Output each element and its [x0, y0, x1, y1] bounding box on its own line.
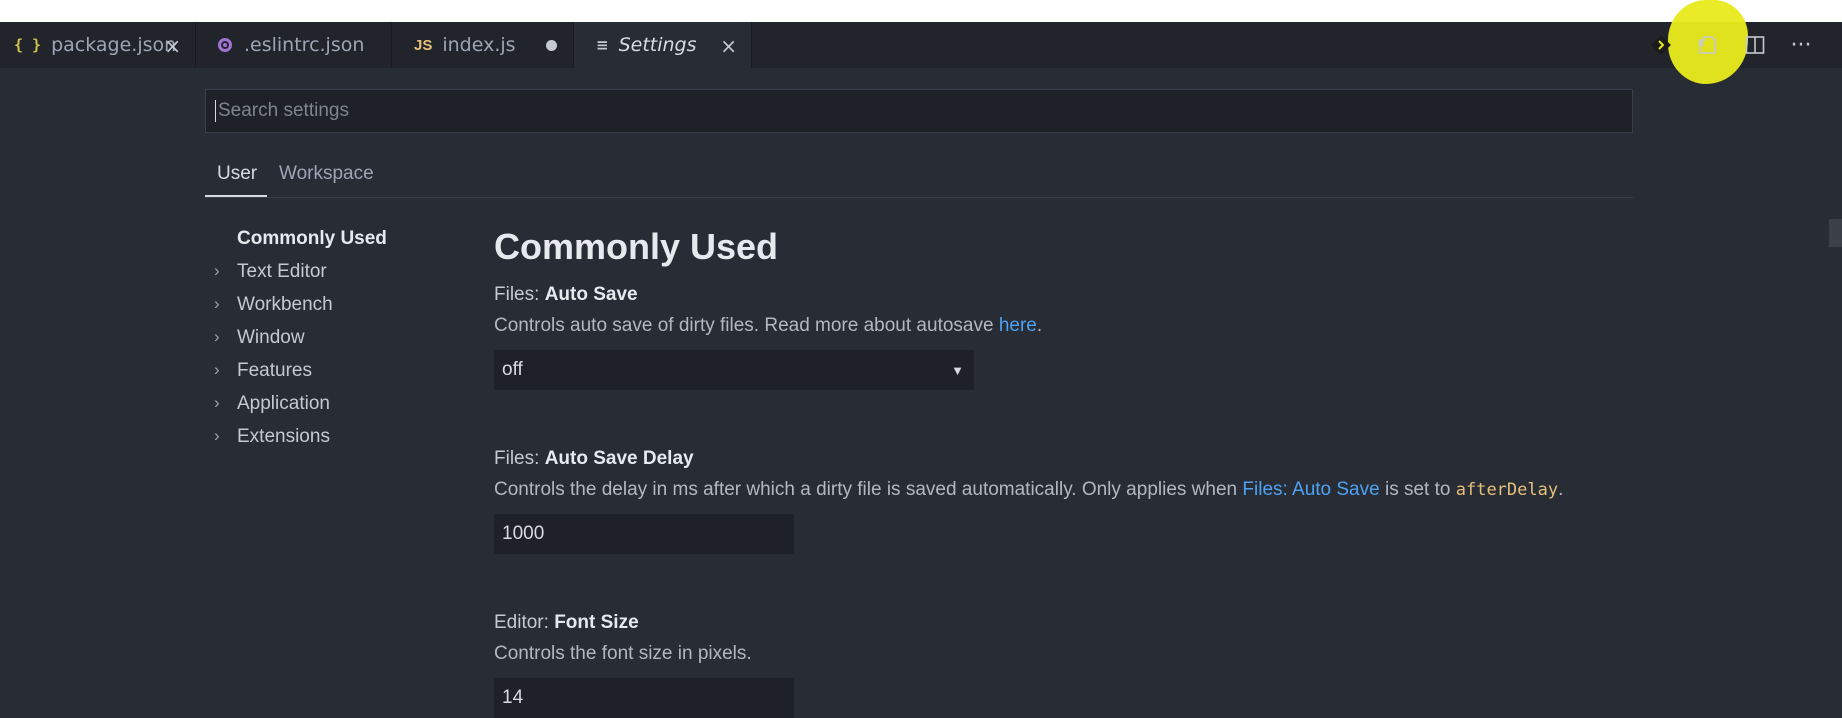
section-title: Commonly Used: [494, 226, 779, 267]
open-file-icon[interactable]: [1694, 32, 1720, 58]
toc-label: Commonly Used: [237, 227, 387, 249]
git-compare-icon[interactable]: [1648, 32, 1674, 58]
setting-title-auto-save-delay: Files: Auto Save Delay: [494, 448, 1644, 472]
tab-label: .eslintrc.json: [244, 34, 365, 56]
setting-name: Font Size: [554, 612, 639, 633]
toc-label: Application: [237, 392, 330, 414]
setting-category: Files:: [494, 448, 540, 469]
search-settings-input[interactable]: Search settings: [205, 89, 1633, 133]
editor-actions: ···: [1612, 22, 1842, 68]
setting-title-auto-save: Files: Auto Save: [494, 284, 1644, 308]
chevron-right-icon: ›: [214, 393, 220, 412]
select-value: off: [502, 359, 523, 380]
toc-label: Window: [237, 326, 305, 348]
input-value: 1000: [502, 523, 545, 544]
tab-workspace[interactable]: Workspace: [279, 163, 374, 185]
chevron-right-icon: ›: [214, 294, 220, 313]
input-value: 14: [502, 687, 524, 708]
auto-save-delay-input[interactable]: 1000: [494, 514, 794, 554]
chevron-right-icon: ›: [214, 360, 220, 379]
chevron-right-icon: ›: [214, 261, 220, 280]
unsaved-dot-icon[interactable]: [546, 40, 557, 51]
tab-label: package.json: [51, 34, 177, 56]
close-icon[interactable]: ×: [720, 34, 737, 58]
text-caret: [215, 100, 216, 122]
toc-label: Extensions: [237, 425, 330, 447]
editor-tab-bar: { } package.json × .eslintrc.json JS ind…: [0, 22, 1842, 68]
tab-index-js[interactable]: JS index.js: [392, 22, 574, 68]
description-suffix: .: [1558, 479, 1564, 500]
search-placeholder: Search settings: [218, 100, 349, 121]
tab-package-json[interactable]: { } package.json ×: [0, 22, 196, 68]
toc-item-text-editor[interactable]: › Text Editor: [205, 255, 465, 288]
tab-settings[interactable]: ≡ Settings ×: [574, 22, 752, 68]
tab-user[interactable]: User: [217, 163, 257, 185]
active-tab-underline: [205, 195, 267, 197]
setting-name: Auto Save: [544, 284, 638, 305]
setting-description: Controls auto save of dirty files. Read …: [494, 315, 1644, 339]
setting-name: Auto Save Delay: [544, 448, 694, 469]
files-auto-save-link[interactable]: Files: Auto Save: [1242, 479, 1379, 500]
top-strip: [0, 0, 1842, 22]
description-text: Controls the font size in pixels.: [494, 643, 752, 664]
dropdown-arrow-icon: ▼: [951, 362, 964, 378]
code-value: afterDelay: [1455, 480, 1559, 500]
font-size-input[interactable]: 14: [494, 678, 794, 718]
chevron-right-icon: ›: [214, 426, 220, 445]
json-icon: { }: [14, 36, 42, 54]
toc-item-features[interactable]: › Features: [205, 354, 465, 387]
setting-category: Editor:: [494, 612, 549, 633]
setting-category: Files:: [494, 284, 540, 305]
description-middle: is set to: [1384, 479, 1451, 500]
tab-eslintrc-json[interactable]: .eslintrc.json: [196, 22, 392, 68]
settings-toc: Commonly Used › Text Editor › Workbench …: [205, 222, 465, 453]
split-editor-icon[interactable]: [1742, 32, 1768, 58]
settings-content: Commonly Used Files: Auto Save Controls …: [494, 222, 1644, 718]
more-icon[interactable]: ···: [1788, 32, 1814, 58]
settings-list-icon: ≡: [596, 36, 609, 54]
tab-label: index.js: [442, 34, 516, 56]
setting-title-font-size: Editor: Font Size: [494, 612, 1644, 636]
toc-label: Features: [237, 359, 312, 381]
setting-description: Controls the delay in ms after which a d…: [494, 479, 1644, 503]
toc-item-application[interactable]: › Application: [205, 387, 465, 420]
toc-item-extensions[interactable]: › Extensions: [205, 420, 465, 453]
js-icon: JS: [414, 36, 433, 54]
autosave-doc-link[interactable]: here: [999, 315, 1037, 336]
tab-label: Settings: [618, 34, 697, 56]
description-suffix: .: [1036, 315, 1043, 336]
scrollbar-thumb[interactable]: [1829, 219, 1842, 247]
setting-description: Controls the font size in pixels.: [494, 643, 1644, 667]
toc-item-workbench[interactable]: › Workbench: [205, 288, 465, 321]
eslint-icon: [218, 38, 232, 52]
description-text: Controls the delay in ms after which a d…: [494, 479, 1238, 500]
toc-label: Text Editor: [237, 260, 327, 282]
toc-label: Workbench: [237, 293, 333, 315]
auto-save-select[interactable]: off ▼: [494, 350, 974, 390]
toc-item-window[interactable]: › Window: [205, 321, 465, 354]
chevron-right-icon: ›: [214, 327, 220, 346]
toc-item-commonly-used[interactable]: Commonly Used: [205, 222, 465, 255]
description-text: Controls auto save of dirty files. Read …: [494, 315, 994, 336]
settings-scope-tabs: User Workspace: [205, 155, 1633, 198]
close-icon[interactable]: ×: [164, 34, 181, 58]
